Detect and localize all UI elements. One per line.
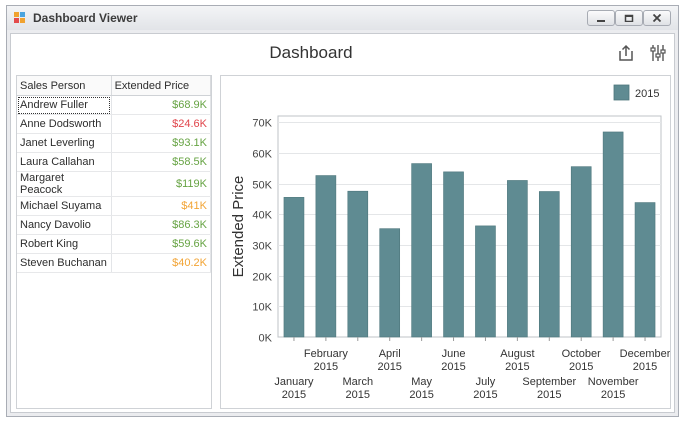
x-tick-label-year: 2015 (569, 361, 593, 373)
x-tick-label-month: October (562, 348, 601, 360)
grid-row[interactable]: Andrew Fuller $68.9K (17, 95, 212, 115)
grid-row[interactable]: Nancy Davolio $86.3K (17, 215, 212, 235)
x-tick-label-year: 2015 (314, 361, 338, 373)
x-tick-label-month: April (379, 348, 401, 360)
sales-person-cell[interactable]: Janet Leverling (17, 133, 112, 153)
x-tick-label-month: November (588, 376, 639, 388)
bar-6 (443, 171, 464, 338)
extended-price-chart: 0K10K20K30K40K50K60K70KJanuary2015Februa… (230, 84, 671, 401)
y-tick-label: 50K (252, 180, 272, 192)
grid-row[interactable]: Laura Callahan $58.5K (17, 152, 212, 172)
extended-price-cell[interactable]: $41K (111, 196, 212, 216)
sales-person-cell[interactable]: Andrew Fuller (17, 95, 112, 115)
x-tick-label-year: 2015 (377, 361, 401, 373)
sales-person-cell[interactable]: Nancy Davolio (17, 215, 112, 235)
bar-11 (602, 131, 624, 338)
column-header-extended-price[interactable]: Extended Price (111, 76, 212, 96)
y-tick-label: 10K (252, 302, 272, 314)
legend-swatch (613, 84, 630, 101)
y-axis-title: Extended Price (230, 176, 247, 278)
dashboard-title: Dashboard (269, 43, 353, 62)
extended-price-cell[interactable]: $24.6K (111, 114, 212, 134)
extended-price-cell[interactable]: $119K (111, 171, 212, 197)
sales-person-cell[interactable]: Laura Callahan (17, 152, 112, 172)
bar-7 (475, 225, 496, 338)
export-icon[interactable] (616, 43, 636, 63)
minimize-button[interactable] (587, 10, 615, 26)
sales-person-grid: Sales Person Extended Price Andrew Fulle… (16, 75, 212, 409)
extended-price-cell[interactable]: $93.1K (111, 133, 212, 153)
x-tick-label-month: January (274, 376, 314, 388)
maximize-icon (624, 14, 634, 22)
x-tick-label-year: 2015 (505, 361, 529, 373)
column-header-sales-person[interactable]: Sales Person (17, 76, 112, 96)
grid-row[interactable]: Anne Dodsworth $24.6K (17, 114, 212, 134)
close-button[interactable] (643, 10, 671, 26)
sales-person-cell[interactable]: Steven Buchanan (17, 253, 112, 273)
grid-row[interactable]: Margaret Peacock $119K (17, 171, 212, 197)
grid-row[interactable]: Steven Buchanan $40.2K (17, 253, 212, 273)
extended-price-cell[interactable]: $59.6K (111, 234, 212, 254)
title-bar[interactable]: Dashboard Viewer (7, 6, 678, 30)
x-tick-label-year: 2015 (601, 389, 625, 401)
bar-9 (538, 191, 560, 338)
sales-person-cell[interactable]: Anne Dodsworth (17, 114, 112, 134)
dashboard-viewer-window: Dashboard Viewer Dashboard Sales Person … (6, 5, 679, 417)
grid-row[interactable]: Robert King $59.6K (17, 234, 212, 254)
x-tick-label-month: August (500, 348, 534, 360)
minimize-icon (597, 20, 605, 22)
bar-1 (283, 197, 305, 338)
bar-3 (347, 190, 369, 338)
x-tick-label-year: 2015 (346, 389, 370, 401)
bar-4 (379, 228, 401, 338)
bar-12 (634, 202, 656, 338)
x-tick-label-year: 2015 (441, 361, 465, 373)
grid-header-row: Sales Person Extended Price (17, 76, 212, 96)
grid-row[interactable]: Janet Leverling $93.1K (17, 133, 212, 153)
bar-8 (507, 180, 528, 338)
close-icon (652, 14, 662, 22)
sales-person-cell[interactable]: Margaret Peacock (17, 171, 112, 197)
sales-person-cell[interactable]: Michael Suyama (17, 196, 112, 216)
sales-person-cell[interactable]: Robert King (17, 234, 112, 254)
y-tick-label: 30K (252, 241, 272, 253)
legend-label: 2015 (635, 88, 659, 100)
extended-price-cell[interactable]: $86.3K (111, 215, 212, 235)
x-tick-label-month: July (476, 376, 496, 388)
y-tick-label: 20K (252, 272, 272, 284)
x-tick-label-month: September (522, 376, 576, 388)
y-tick-label: 70K (252, 118, 272, 130)
x-tick-label-year: 2015 (409, 389, 433, 401)
parameters-icon[interactable] (648, 43, 668, 63)
x-tick-label-year: 2015 (537, 389, 561, 401)
x-tick-label-month: June (442, 348, 466, 360)
x-tick-label-month: March (343, 376, 374, 388)
window-title: Dashboard Viewer (33, 11, 138, 25)
dashboard-surface: Dashboard Sales Person Extended Price An… (10, 33, 675, 413)
app-icon (14, 12, 26, 24)
x-tick-label-month: May (411, 376, 432, 388)
extended-price-cell[interactable]: $68.9K (111, 95, 212, 115)
bar-10 (570, 166, 592, 338)
chart-panel: 0K 10K 20K 30K 40K 50K 60K 70K January 2015 Februa… (220, 75, 671, 409)
y-tick-label: 0K (259, 333, 273, 345)
bar-2 (315, 175, 337, 338)
x-tick-label-year: 2015 (633, 361, 657, 373)
x-tick-label-year: 2015 (282, 389, 306, 401)
x-tick-label-year: 2015 (473, 389, 497, 401)
y-tick-label: 60K (252, 149, 272, 161)
grid-row[interactable]: Michael Suyama $41K (17, 196, 212, 216)
maximize-button[interactable] (615, 10, 643, 26)
x-tick-label-month: December (620, 348, 670, 360)
extended-price-cell[interactable]: $40.2K (111, 253, 212, 273)
bar-5 (411, 163, 432, 338)
x-tick-label-month: February (304, 348, 349, 360)
extended-price-cell[interactable]: $58.5K (111, 152, 212, 172)
y-tick-label: 40K (252, 210, 272, 222)
